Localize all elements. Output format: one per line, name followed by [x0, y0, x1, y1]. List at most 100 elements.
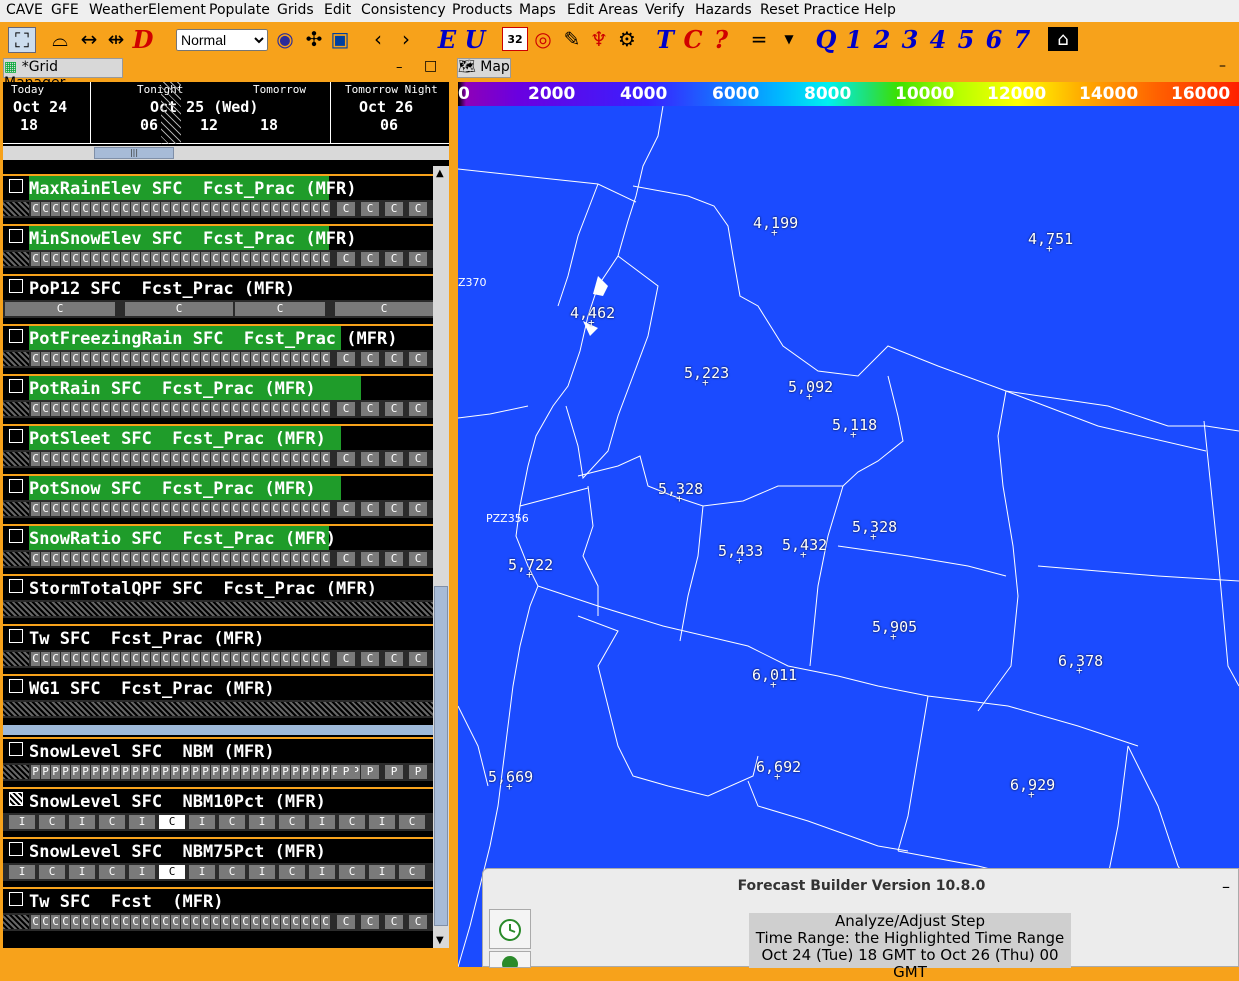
grid-cell[interactable]: C: [409, 402, 427, 416]
row-checkbox[interactable]: [9, 229, 23, 243]
grid-cell[interactable]: I: [249, 865, 275, 879]
grid-cell[interactable]: C: [339, 815, 365, 829]
grid-cell[interactable]: C: [231, 352, 240, 366]
grid-row-title[interactable]: StormTotalQPF SFC Fcst_Prac (MFR): [3, 574, 433, 602]
grid-cell[interactable]: C: [281, 652, 290, 666]
grid-cell[interactable]: P: [221, 765, 230, 779]
grid-cell[interactable]: C: [281, 552, 290, 566]
grid-cell[interactable]: C: [311, 252, 320, 266]
q-button[interactable]: Q: [814, 25, 838, 54]
grid-cell[interactable]: C: [399, 865, 425, 879]
grid-cell[interactable]: P: [161, 765, 170, 779]
grid-cell[interactable]: C: [281, 252, 290, 266]
grid-cell[interactable]: C: [91, 915, 100, 929]
num-4[interactable]: 4: [926, 25, 950, 54]
grid-cell[interactable]: C: [337, 552, 355, 566]
grid-cell[interactable]: C: [121, 202, 130, 216]
grid-cell[interactable]: C: [151, 452, 160, 466]
grid-cell[interactable]: C: [91, 252, 100, 266]
target-icon[interactable]: ◎: [532, 27, 554, 51]
grid-cell[interactable]: C: [311, 502, 320, 516]
grid-cell[interactable]: C: [41, 652, 50, 666]
grid-cell[interactable]: I: [309, 865, 335, 879]
grid-cell[interactable]: C: [271, 202, 280, 216]
grid-cell[interactable]: C: [311, 915, 320, 929]
grid-cell[interactable]: C: [31, 352, 40, 366]
grid-cell[interactable]: C: [39, 865, 65, 879]
grid-cell[interactable]: C: [271, 352, 280, 366]
grid-cell[interactable]: C: [131, 452, 140, 466]
menu-consistency[interactable]: Consistency: [361, 2, 446, 18]
grid-cell[interactable]: C: [261, 552, 270, 566]
grid-cell[interactable]: C: [41, 252, 50, 266]
grid-row-cells[interactable]: [3, 600, 433, 618]
grid-row-cells[interactable]: CCCCCCCCCCCCCCCCCCCCCCCCCCCCCCCCCC: [3, 200, 433, 218]
arrows-icon[interactable]: ↔: [78, 27, 100, 51]
grid-cell[interactable]: C: [385, 652, 403, 666]
grid-cell[interactable]: C: [337, 452, 355, 466]
menu-verify[interactable]: Verify: [645, 2, 685, 18]
grid-cell[interactable]: C: [111, 452, 120, 466]
grid-row[interactable]: PotRain SFC Fcst_Prac (MFR) C C C C C C C C C C C C C…: [3, 372, 433, 422]
close-icon[interactable]: –: [1222, 877, 1230, 896]
grid-cell[interactable]: P: [231, 765, 240, 779]
grid-cell[interactable]: P: [281, 765, 290, 779]
grid-cell[interactable]: P: [311, 765, 320, 779]
grid-row-title[interactable]: PotFreezingRain SFC Fcst_Prac (MFR): [3, 324, 433, 352]
grid-cell[interactable]: C: [131, 652, 140, 666]
grid-cell[interactable]: C: [151, 252, 160, 266]
grid-cell[interactable]: C: [339, 865, 365, 879]
grid-cell[interactable]: I: [189, 815, 215, 829]
grid-cell[interactable]: C: [31, 552, 40, 566]
grid-cell[interactable]: C: [291, 202, 300, 216]
grid-cell[interactable]: C: [171, 402, 180, 416]
grid-cell[interactable]: C: [271, 652, 280, 666]
grid-cell[interactable]: C: [191, 252, 200, 266]
grid-cell[interactable]: C: [321, 202, 330, 216]
grid-cell[interactable]: C: [311, 452, 320, 466]
num-3[interactable]: 3: [898, 25, 922, 54]
grid-cell[interactable]: C: [51, 252, 60, 266]
grid-cell[interactable]: P: [101, 765, 110, 779]
fullscreen-icon[interactable]: ⛶: [8, 27, 36, 53]
grid-cell[interactable]: C: [251, 452, 260, 466]
menu-edit[interactable]: Edit: [324, 2, 351, 18]
grid-cell[interactable]: I: [69, 865, 95, 879]
grid-cell[interactable]: C: [281, 502, 290, 516]
grid-cell[interactable]: C: [71, 652, 80, 666]
sample-icon[interactable]: ⌓: [48, 27, 72, 51]
grid-cell[interactable]: C: [181, 915, 190, 929]
grid-cell[interactable]: C: [301, 402, 310, 416]
grid-cell[interactable]: C: [51, 402, 60, 416]
grid-cell[interactable]: C: [191, 652, 200, 666]
grid-cell[interactable]: I: [129, 865, 155, 879]
horizontal-scroll-thumb[interactable]: |||: [94, 147, 174, 159]
grid-row-cells[interactable]: CCCCCCCCCCCCCCCCCCCCCCCCCCCCCCCCCC: [3, 450, 433, 468]
clock-icon[interactable]: [489, 909, 531, 949]
help-q-icon[interactable]: ?: [710, 25, 732, 54]
grid-cell[interactable]: C: [231, 552, 240, 566]
grid-cell[interactable]: C: [101, 915, 110, 929]
scroll-up-icon[interactable]: ▲: [436, 168, 444, 179]
u-button[interactable]: U: [464, 25, 486, 54]
grid-cell[interactable]: P: [271, 765, 280, 779]
grid-cell[interactable]: C: [71, 915, 80, 929]
grid-row-cells[interactable]: ICICICICICICIC: [3, 813, 433, 831]
home-icon[interactable]: ⌂: [1048, 27, 1078, 51]
grid-cell[interactable]: C: [181, 552, 190, 566]
grid-cell[interactable]: C: [321, 402, 330, 416]
grid-row-title[interactable]: SnowRatio SFC Fcst_Prac (MFR): [3, 524, 433, 552]
grid-cell[interactable]: C: [181, 452, 190, 466]
grid-cell[interactable]: C: [81, 452, 90, 466]
menu-grids[interactable]: Grids: [277, 2, 314, 18]
grid-cell[interactable]: C: [201, 352, 210, 366]
grid-cell[interactable]: C: [279, 815, 305, 829]
grid-cell[interactable]: C: [39, 815, 65, 829]
tab-map[interactable]: 🗺 Map: [457, 58, 511, 78]
grid-cell[interactable]: P: [121, 765, 130, 779]
grid-cell[interactable]: C: [201, 502, 210, 516]
grid-cell[interactable]: P: [291, 765, 300, 779]
grid-row-cells[interactable]: CCCCCCCCCCCCCCCCCCCCCCCCCCCCCCCCCC: [3, 250, 433, 268]
grid-cell[interactable]: C: [31, 915, 40, 929]
row-checkbox[interactable]: [9, 842, 23, 856]
